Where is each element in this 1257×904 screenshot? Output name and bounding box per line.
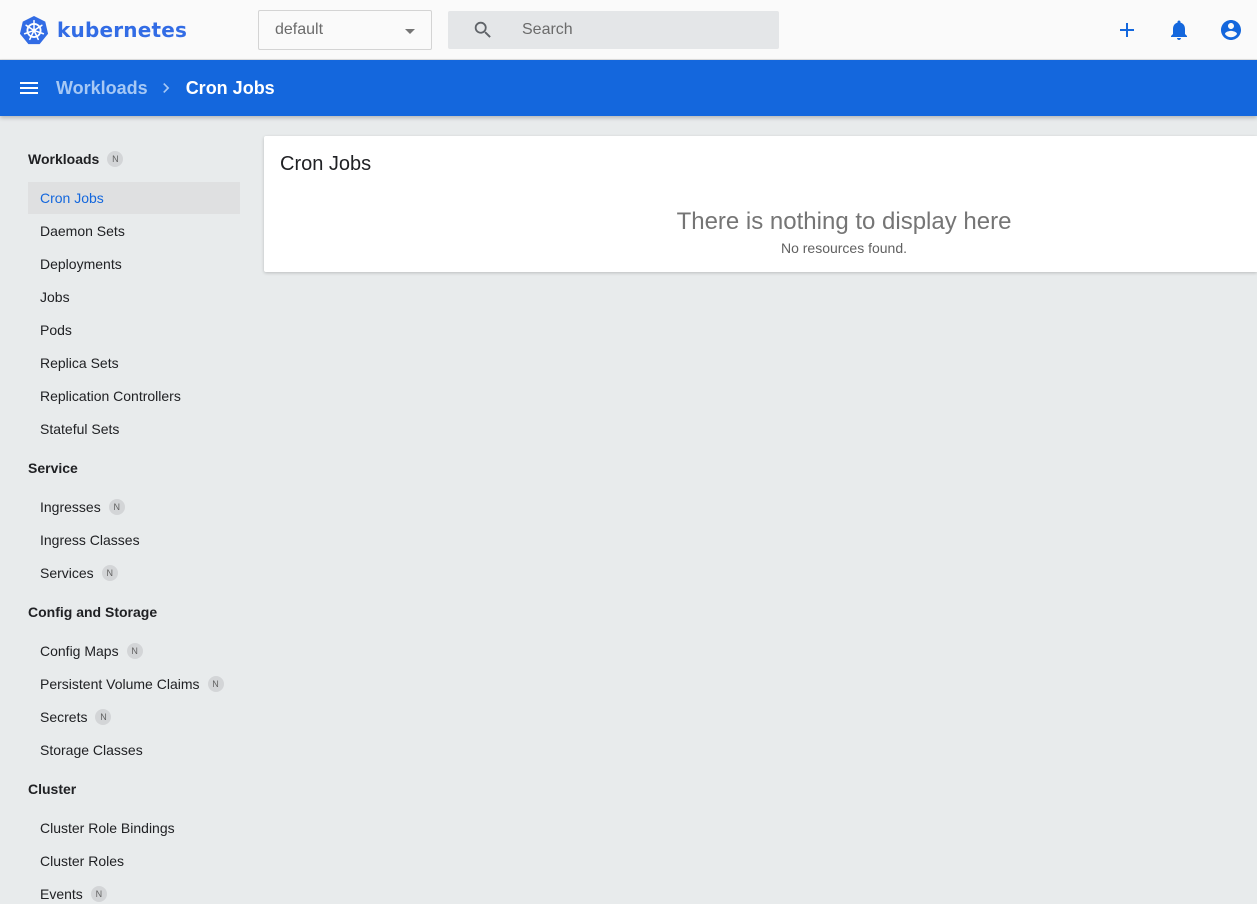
nav-group-label: Config and Storage (28, 604, 158, 620)
sidebar-item-label: Cron Jobs (40, 190, 104, 206)
breadcrumb-current: Cron Jobs (185, 77, 275, 98)
breadcrumb-workloads[interactable]: Workloads (56, 78, 148, 99)
account-icon (1221, 20, 1241, 40)
logo-text: kubernetes (57, 18, 188, 42)
namespaced-badge: N (95, 709, 112, 725)
sidebar-item-jobs[interactable]: Jobs (28, 281, 240, 313)
sidebar-item-replica-sets[interactable]: Replica Sets (28, 347, 240, 379)
sidebar-item-label: Replica Sets (40, 355, 119, 371)
chevron-right-icon (162, 83, 170, 93)
namespace-select[interactable]: default (258, 10, 432, 50)
sidebar-item-label: Events (40, 886, 83, 902)
sidebar-item-deployments[interactable]: Deployments (28, 248, 240, 280)
sidebar-item-stateful-sets[interactable]: Stateful Sets (28, 413, 240, 445)
namespaced-badge: N (107, 151, 124, 167)
namespaced-badge: N (108, 499, 125, 515)
nav-group-label: Service (28, 460, 78, 476)
empty-state-subtitle: No resources found. (780, 240, 908, 256)
namespaced-badge: N (101, 565, 118, 581)
sidebar-item-storage-classes[interactable]: Storage Classes (28, 734, 240, 766)
sidebar-item-events[interactable]: Events N (28, 878, 240, 904)
notifications-icon (1171, 20, 1187, 40)
sidebar-item-label: Ingress Classes (40, 532, 140, 548)
nav-group-label: Workloads (28, 151, 100, 167)
dropdown-caret-icon (405, 29, 415, 34)
account-button[interactable] (1219, 18, 1243, 42)
sidebar-item-cluster-role-bindings[interactable]: Cluster Role Bindings (28, 812, 240, 844)
namespaced-badge: N (207, 676, 224, 692)
namespaced-badge: N (90, 886, 107, 902)
sidebar-item-label: Daemon Sets (40, 223, 125, 239)
sidebar-item-daemon-sets[interactable]: Daemon Sets (28, 215, 240, 247)
top-toolbar: kubernetes default (0, 0, 1257, 60)
sidebar-item-secrets[interactable]: Secrets N (28, 701, 240, 733)
card-title: Cron Jobs (280, 153, 372, 175)
search-input[interactable] (522, 11, 762, 49)
menu-icon[interactable] (17, 76, 41, 100)
sidebar-item-ingresses[interactable]: Ingresses N (28, 491, 240, 523)
namespace-selected-value: default (275, 21, 324, 38)
sidebar-item-ingress-classes[interactable]: Ingress Classes (28, 524, 240, 556)
sidebar-item-label: Cluster Roles (40, 853, 125, 869)
sidebar-item-label: Persistent Volume Claims (40, 676, 200, 692)
breadcrumb-bar: Workloads Cron Jobs (0, 60, 1257, 116)
sidebar-item-label: Jobs (40, 289, 70, 305)
sidebar-item-cron-jobs[interactable]: Cron Jobs (28, 182, 240, 214)
add-icon (1120, 23, 1134, 37)
search-bar[interactable] (448, 11, 779, 49)
sidebar-item-label: Services (40, 565, 94, 581)
sidebar-item-label: Ingresses (40, 499, 101, 515)
sidebar-item-replication-controllers[interactable]: Replication Controllers (28, 380, 240, 412)
sidebar-item-label: Replication Controllers (40, 388, 181, 404)
sidebar-item-label: Config Maps (40, 643, 119, 659)
sidebar-item-services[interactable]: Services N (28, 557, 240, 589)
cron-jobs-card: Cron Jobs There is nothing to display he… (264, 136, 1257, 272)
sidebar-item-pods[interactable]: Pods (28, 314, 240, 346)
nav-group-workloads[interactable]: Workloads N (28, 151, 124, 167)
create-resource-button[interactable] (1115, 18, 1139, 42)
sidebar-item-config-maps[interactable]: Config Maps N (28, 635, 240, 667)
sidebar-item-label: Deployments (40, 256, 122, 272)
sidebar-item-label: Stateful Sets (40, 421, 120, 437)
sidebar-item-label: Secrets (40, 709, 88, 725)
sidebar: Workloads N Cron Jobs Daemon Sets Deploy… (0, 116, 252, 904)
nav-group-cluster[interactable]: Cluster (28, 781, 76, 797)
namespaced-badge: N (126, 643, 143, 659)
empty-state-title: There is nothing to display here (676, 208, 1012, 235)
notifications-button[interactable] (1167, 18, 1191, 42)
kubernetes-wheel-icon (19, 15, 49, 45)
breadcrumb: Workloads Cron Jobs (56, 60, 275, 116)
sidebar-item-label: Pods (40, 322, 72, 338)
sidebar-item-label: Cluster Role Bindings (40, 820, 175, 836)
kubernetes-logo[interactable]: kubernetes (19, 14, 187, 46)
nav-group-label: Cluster (28, 781, 77, 797)
sidebar-item-label: Storage Classes (40, 742, 143, 758)
nav-group-service[interactable]: Service (28, 460, 78, 476)
search-icon (474, 21, 491, 38)
sidebar-item-cluster-roles[interactable]: Cluster Roles (28, 845, 240, 877)
nav-group-config-and-storage[interactable]: Config and Storage (28, 604, 157, 620)
sidebar-item-persistent-volume-claims[interactable]: Persistent Volume Claims N (28, 668, 240, 700)
